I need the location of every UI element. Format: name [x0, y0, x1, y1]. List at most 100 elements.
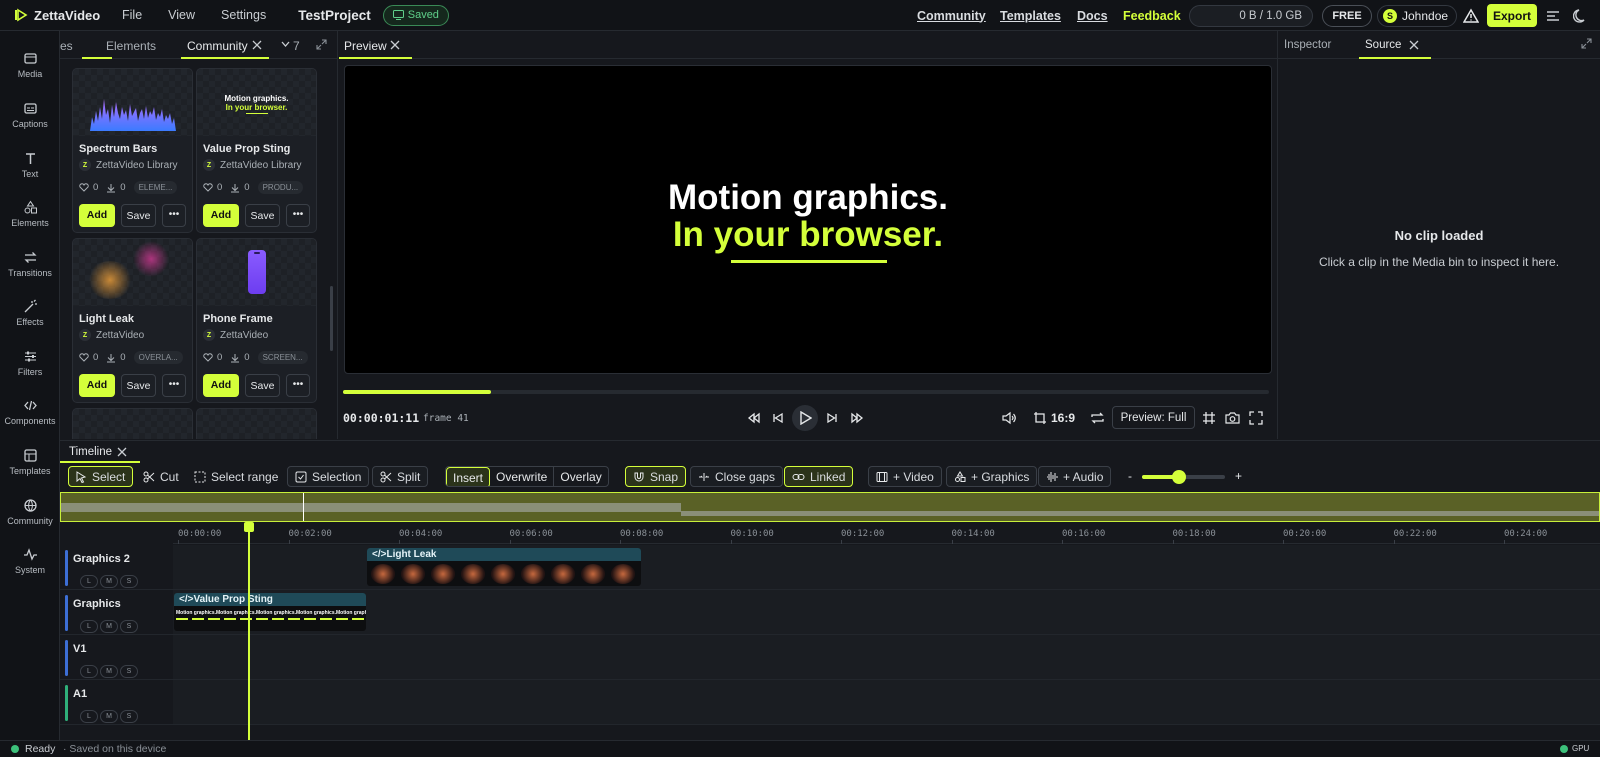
tab-source[interactable]: Source: [1365, 39, 1401, 51]
select-range-button[interactable]: Select range: [187, 466, 285, 487]
mute-toggle[interactable]: M: [100, 710, 118, 723]
close-icon[interactable]: [117, 447, 127, 457]
preview-quality-select[interactable]: Preview: Full: [1112, 406, 1195, 429]
loop-icon[interactable]: [1090, 411, 1105, 425]
cut-tool-button[interactable]: Cut: [136, 466, 186, 487]
app-brand[interactable]: ZettaVideo: [14, 8, 122, 23]
more-options-button[interactable]: •••: [286, 204, 310, 227]
clip-value-prop-sting[interactable]: </>Value Prop Sting Motion graphics.Motio…: [174, 593, 366, 631]
linked-toggle[interactable]: Linked: [784, 466, 854, 487]
add-video-track-button[interactable]: + Video: [868, 466, 942, 487]
volume-icon[interactable]: [1002, 411, 1017, 425]
time-ruler[interactable]: 00:00:00 00:02:00 00:04:00 00:06:00 00:08:00…: [173, 524, 1600, 544]
add-button[interactable]: Add: [203, 204, 239, 227]
fast-forward-icon[interactable]: [850, 411, 864, 425]
skip-forward-icon[interactable]: [825, 411, 839, 425]
tab-partial[interactable]: es: [60, 39, 73, 53]
more-options-button[interactable]: •••: [286, 374, 310, 397]
tab-elements[interactable]: Elements: [106, 39, 156, 53]
camera-icon[interactable]: [1225, 411, 1240, 425]
track-lane[interactable]: </>Light Leak: [173, 545, 1600, 589]
close-icon[interactable]: [390, 40, 400, 50]
track-lane[interactable]: [173, 680, 1600, 724]
rail-components[interactable]: Components: [0, 398, 60, 426]
play-button[interactable]: [792, 405, 818, 431]
add-graphics-track-button[interactable]: + Graphics: [946, 466, 1038, 487]
preview-canvas[interactable]: Motion graphics. In your browser.: [344, 65, 1272, 374]
save-button[interactable]: Save: [121, 374, 156, 397]
tab-community[interactable]: Community: [187, 39, 248, 53]
menu-view[interactable]: View: [168, 8, 195, 22]
library-card[interactable]: [196, 408, 317, 439]
solo-toggle[interactable]: S: [120, 620, 138, 633]
library-card[interactable]: [72, 408, 193, 439]
close-gaps-button[interactable]: Close gaps: [690, 466, 784, 487]
rail-text[interactable]: Text: [0, 151, 60, 179]
tab-preview[interactable]: Preview: [344, 39, 387, 53]
expand-icon[interactable]: [1581, 38, 1592, 49]
tab-inspector[interactable]: Inspector: [1284, 39, 1331, 51]
more-options-button[interactable]: •••: [162, 204, 186, 227]
mute-toggle[interactable]: M: [100, 665, 118, 678]
lock-toggle[interactable]: L: [80, 575, 98, 588]
export-button[interactable]: Export: [1487, 4, 1537, 27]
aspect-ratio[interactable]: 16:9: [1051, 411, 1075, 425]
library-card[interactable]: Spectrum Bars Z ZettaVideo Library 0 0 EL…: [72, 68, 193, 233]
clip-light-leak[interactable]: </>Light Leak: [367, 548, 641, 586]
zoom-out-button[interactable]: -: [1128, 469, 1132, 483]
mute-toggle[interactable]: M: [100, 620, 118, 633]
user-menu[interactable]: S Johndoe: [1377, 5, 1457, 27]
track-name[interactable]: A1: [73, 688, 87, 700]
mode-overwrite[interactable]: Overwrite: [490, 467, 555, 486]
rail-filters[interactable]: Filters: [0, 349, 60, 377]
playhead[interactable]: [248, 523, 250, 741]
link-community[interactable]: Community: [917, 0, 986, 31]
list-settings-icon[interactable]: [1545, 8, 1561, 24]
playhead-handle[interactable]: [244, 522, 254, 532]
select-tool-button[interactable]: Select: [68, 466, 134, 487]
solo-toggle[interactable]: S: [120, 665, 138, 678]
track-lane[interactable]: [173, 635, 1600, 679]
solo-toggle[interactable]: S: [120, 575, 138, 588]
track-name[interactable]: Graphics: [73, 598, 121, 610]
chevron-down-icon[interactable]: [281, 41, 290, 48]
library-card[interactable]: Phone Frame Z ZettaVideo 0 0 SCREEN... Ad…: [196, 238, 317, 403]
rewind-icon[interactable]: [747, 411, 761, 425]
rail-community[interactable]: Community: [0, 498, 60, 526]
track-name[interactable]: V1: [73, 643, 86, 655]
save-button[interactable]: Save: [121, 204, 156, 227]
lock-toggle[interactable]: L: [80, 665, 98, 678]
grid-icon[interactable]: [1202, 411, 1216, 425]
mute-toggle[interactable]: M: [100, 575, 118, 588]
link-docs[interactable]: Docs: [1077, 0, 1108, 31]
playback-scrubber[interactable]: [343, 390, 1269, 394]
lock-toggle[interactable]: L: [80, 710, 98, 723]
link-templates[interactable]: Templates: [1000, 0, 1061, 31]
menu-file[interactable]: File: [122, 8, 142, 22]
library-card[interactable]: Motion graphics. In your browser. Value …: [196, 68, 317, 233]
mode-overlay[interactable]: Overlay: [554, 467, 607, 486]
plan-badge[interactable]: FREE: [1322, 5, 1372, 27]
moon-icon[interactable]: [1573, 8, 1589, 24]
rail-media[interactable]: Media: [0, 51, 60, 79]
save-button[interactable]: Save: [245, 204, 280, 227]
track-name[interactable]: Graphics 2: [73, 553, 130, 565]
rail-elements[interactable]: Elements: [0, 200, 60, 228]
project-name[interactable]: TestProject: [298, 8, 371, 23]
link-feedback[interactable]: Feedback: [1123, 0, 1181, 31]
zoom-in-button[interactable]: +: [1235, 469, 1242, 483]
timeline-overview[interactable]: [60, 492, 1600, 522]
add-button[interactable]: Add: [203, 374, 239, 397]
selection-button[interactable]: Selection: [287, 466, 370, 487]
warning-icon[interactable]: [1463, 8, 1479, 24]
rail-captions[interactable]: Captions: [0, 101, 60, 129]
more-options-button[interactable]: •••: [162, 374, 186, 397]
zoom-slider[interactable]: [1142, 470, 1225, 484]
track-lane[interactable]: </>Value Prop Sting Motion graphics.Motio…: [173, 590, 1600, 634]
crop-icon[interactable]: [1033, 411, 1047, 425]
skip-back-icon[interactable]: [771, 411, 785, 425]
add-button[interactable]: Add: [79, 374, 115, 397]
close-icon[interactable]: [252, 40, 262, 50]
library-scrollbar[interactable]: [330, 286, 333, 351]
solo-toggle[interactable]: S: [120, 710, 138, 723]
